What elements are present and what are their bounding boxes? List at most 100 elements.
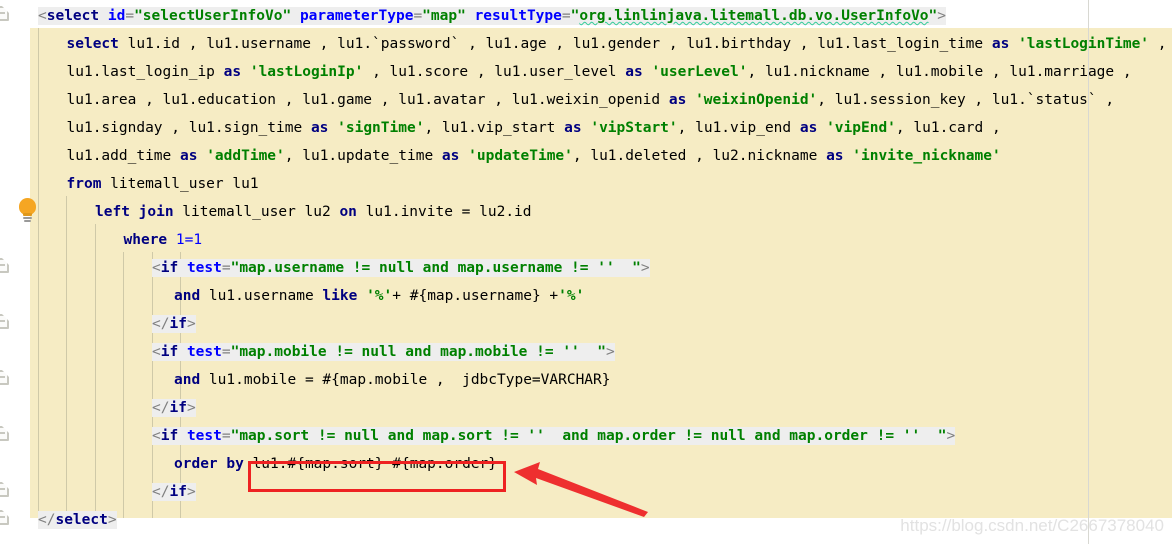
annotation-highlight-box: [248, 461, 506, 492]
code-line-content: <select id="selectUserInfoVo" parameterT…: [38, 7, 947, 25]
code-line[interactable]: lu1.last_login_ip as 'lastLoginIp' , lu1…: [67, 58, 1132, 86]
code-line[interactable]: and lu1.mobile = #{map.mobile , jdbcType…: [174, 366, 611, 394]
code-token: if: [160, 428, 179, 444]
code-token: as: [826, 148, 844, 164]
code-line[interactable]: </select>: [38, 506, 117, 534]
code-token: 'userLevel': [651, 64, 748, 80]
code-token: <: [152, 260, 161, 276]
code-line[interactable]: and lu1.username like '%'+ #{map.usernam…: [174, 282, 584, 310]
code-line-content: <if test="map.sort != null and map.sort …: [152, 427, 956, 445]
code-token: 'addTime': [206, 148, 285, 164]
indent-guide: [123, 252, 124, 518]
code-line[interactable]: lu1.signday , lu1.sign_time as 'signTime…: [67, 114, 1001, 142]
code-line-content: <if test="map.mobile != null and map.mob…: [152, 343, 615, 361]
code-token: 'signTime': [337, 120, 425, 136]
code-token: lu1.add_time: [66, 148, 180, 164]
code-line-content: lu1.add_time as 'addTime', lu1.update_ti…: [67, 148, 1001, 164]
code-line[interactable]: left join litemall_user lu2 on lu1.invit…: [95, 198, 532, 226]
code-token: litemall_user lu1: [101, 176, 259, 192]
code-token: 1=1: [175, 232, 203, 248]
code-token: parameterType: [299, 8, 414, 24]
code-line-content: lu1.area , lu1.education , lu1.game , lu…: [67, 92, 1115, 108]
code-token: where: [123, 232, 168, 248]
code-token: </: [152, 484, 170, 500]
code-token: test: [186, 428, 222, 444]
code-token: from: [66, 176, 102, 192]
code-line-content: left join litemall_user lu2 on lu1.invit…: [95, 204, 532, 220]
code-line[interactable]: <if test="map.mobile != null and map.mob…: [152, 338, 615, 366]
code-token: </: [152, 400, 170, 416]
annotation-arrow-icon: [514, 462, 648, 517]
code-token: =: [221, 260, 231, 276]
code-token: "map.mobile != null and map.mobile != ''…: [230, 344, 606, 360]
code-token: =: [561, 8, 571, 24]
xml-mapper-code-editor[interactable]: <select id="selectUserInfoVo" parameterT…: [0, 0, 1172, 544]
code-token: lu1.signday , lu1.sign_time: [66, 120, 311, 136]
code-token: <: [152, 344, 161, 360]
xml-tag-fold-icon[interactable]: [0, 482, 9, 497]
code-token: and: [174, 372, 201, 388]
code-line[interactable]: <if test="map.username != null and map.u…: [152, 254, 650, 282]
code-token: <: [38, 8, 47, 24]
code-token: lu1.id , lu1.username , lu1.`password` ,…: [118, 36, 992, 52]
code-token: >: [186, 316, 196, 332]
xml-tag-fold-icon[interactable]: [0, 6, 9, 21]
indent-guide: [38, 28, 39, 518]
code-token: as: [223, 64, 242, 80]
code-token: litemall_user lu2: [173, 204, 340, 220]
code-line[interactable]: where 1=1: [124, 226, 203, 254]
code-token: if: [169, 400, 187, 416]
code-token: as: [441, 148, 460, 164]
code-line[interactable]: from litemall_user lu1: [67, 170, 259, 198]
code-token: </: [152, 316, 170, 332]
code-line[interactable]: lu1.add_time as 'addTime', lu1.update_ti…: [67, 142, 1001, 170]
code-line-content: </if>: [152, 483, 196, 501]
code-token: "map.sort != null and map.sort != '' and…: [230, 428, 947, 444]
code-line[interactable]: </if>: [152, 478, 196, 506]
code-token: 'updateTime': [468, 148, 573, 164]
xml-tag-fold-icon[interactable]: [0, 426, 9, 441]
code-token: select: [55, 512, 108, 528]
code-line[interactable]: <if test="map.sort != null and map.sort …: [152, 422, 956, 450]
indent-guide: [66, 196, 67, 518]
code-token: lu1.mobile = #{map.mobile , jdbcType=VAR…: [200, 372, 611, 388]
code-token: >: [186, 400, 196, 416]
code-token: if: [160, 344, 179, 360]
xml-tag-fold-icon[interactable]: [0, 370, 9, 385]
code-line[interactable]: select lu1.id , lu1.username , lu1.`pass…: [67, 30, 1167, 58]
code-token: lu1.area , lu1.education , lu1.game , lu…: [66, 92, 669, 108]
code-line[interactable]: <select id="selectUserInfoVo" parameterT…: [38, 2, 947, 30]
code-line-content: and lu1.username like '%'+ #{map.usernam…: [174, 288, 584, 304]
code-token: 'lastLoginIp': [249, 64, 364, 80]
code-token: if: [160, 260, 179, 276]
editor-gutter[interactable]: [0, 0, 36, 544]
xml-tag-fold-icon[interactable]: [0, 314, 9, 329]
watermark-text: https://blog.csdn.net/C2667378040: [900, 516, 1164, 535]
code-token: if: [169, 316, 187, 332]
code-line-content: </if>: [152, 315, 196, 333]
xml-tag-fold-icon[interactable]: [0, 510, 9, 525]
xml-tag-fold-icon[interactable]: [0, 258, 9, 273]
lightbulb-icon[interactable]: [19, 198, 37, 224]
code-token: >: [186, 484, 196, 500]
code-token: test: [186, 344, 222, 360]
code-line[interactable]: </if>: [152, 310, 196, 338]
code-token: as: [991, 36, 1010, 52]
code-line[interactable]: lu1.area , lu1.education , lu1.game , lu…: [67, 86, 1115, 114]
code-token: lu1.last_login_ip: [66, 64, 224, 80]
code-token: as: [625, 64, 643, 80]
code-token: "map": [422, 8, 466, 24]
code-token: >: [946, 428, 956, 444]
code-line[interactable]: </if>: [152, 394, 196, 422]
code-token: on: [339, 204, 357, 220]
